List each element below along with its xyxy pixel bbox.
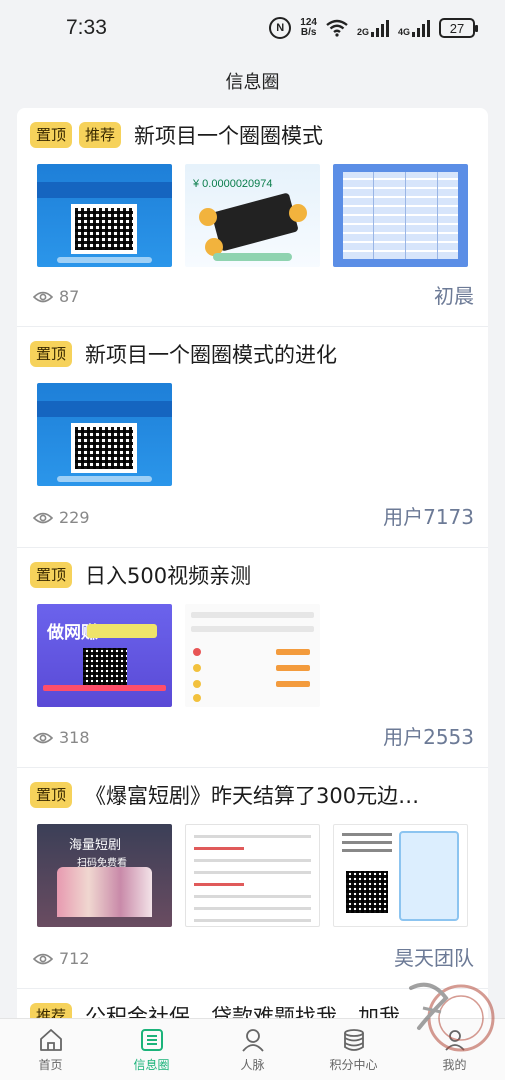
post-thumbnails: ¥ 0.0000020974	[37, 164, 468, 267]
view-count-value: 712	[59, 949, 90, 968]
post-author[interactable]: 初晨	[434, 280, 474, 309]
nfc-icon: N	[269, 17, 292, 39]
thumbnail-image[interactable]	[185, 824, 320, 927]
nav-label-contacts: 人脉	[240, 1058, 265, 1072]
signal-2g-label: 2G	[356, 26, 369, 37]
signal-2g-icon: 2G	[356, 19, 389, 37]
post-card[interactable]: 置顶 日入500视频亲测 做网赚 318 用户2553	[17, 548, 488, 768]
post-title[interactable]: 新项目一个圈圈模式的进化	[85, 339, 337, 369]
post-thumbnails	[37, 383, 172, 486]
pinned-tag: 置顶	[30, 341, 73, 367]
network-speed: 124 B/s	[300, 18, 317, 38]
status-time: 7:33	[66, 16, 107, 39]
post-feed: 置顶 推荐 新项目一个圈圈模式 ¥ 0.0000020974 87 初晨 置顶 …	[17, 108, 488, 1049]
eye-icon	[33, 512, 53, 523]
eye-icon	[33, 291, 53, 302]
post-author[interactable]: 昊天团队	[394, 942, 474, 971]
post-title-row: 置顶 新项目一个圈圈模式的进化	[30, 339, 475, 369]
eye-icon	[33, 732, 53, 743]
battery-icon: 27	[439, 18, 478, 38]
thumbnail-image[interactable]: 做网赚	[37, 604, 172, 707]
nav-item-info-circle[interactable]: 信息圈	[101, 1019, 202, 1080]
thumbnail-drama-title: 海量短剧	[69, 838, 122, 853]
post-title-row: 置顶 《爆富短剧》昨天结算了300元边…	[30, 780, 475, 810]
thumbnail-balance-text: ¥ 0.0000020974	[193, 178, 273, 190]
post-author[interactable]: 用户2553	[383, 721, 474, 750]
view-count: 87	[33, 287, 79, 306]
network-speed-unit: B/s	[300, 27, 317, 38]
nav-item-home[interactable]: 首页	[0, 1019, 101, 1080]
post-title[interactable]: 《爆富短剧》昨天结算了300元边…	[85, 780, 419, 810]
nav-label-info-circle: 信息圈	[133, 1058, 170, 1072]
wifi-icon	[326, 19, 348, 37]
post-card[interactable]: 置顶 新项目一个圈圈模式的进化 229 用户7173	[17, 327, 488, 548]
list-icon	[140, 1029, 163, 1051]
signal-4g-label: 4G	[397, 26, 410, 37]
pinned-tag: 置顶	[30, 122, 73, 148]
nav-item-contacts[interactable]: 人脉	[202, 1019, 303, 1080]
thumbnail-image[interactable]	[333, 164, 468, 267]
view-count: 712	[33, 949, 90, 968]
nav-label-points: 积分中心	[329, 1058, 378, 1072]
nav-label-home: 首页	[38, 1058, 63, 1072]
post-title[interactable]: 新项目一个圈圈模式	[134, 120, 323, 150]
post-card[interactable]: 置顶 推荐 新项目一个圈圈模式 ¥ 0.0000020974 87 初晨	[17, 108, 488, 327]
thumbnail-image[interactable]	[37, 164, 172, 267]
status-bar: 7:33 N 124 B/s 2G 4G 27	[0, 0, 505, 60]
view-count-value: 229	[59, 508, 90, 527]
status-icons: N 124 B/s 2G 4G 27	[269, 17, 478, 39]
thumbnail-image[interactable]: ¥ 0.0000020974	[185, 164, 320, 267]
thumbnail-image[interactable]	[37, 383, 172, 486]
coins-icon	[343, 1029, 364, 1051]
pinned-tag: 置顶	[30, 782, 73, 808]
post-title-row: 置顶 推荐 新项目一个圈圈模式	[30, 120, 475, 150]
post-card[interactable]: 置顶 《爆富短剧》昨天结算了300元边… 海量短剧 扫码免费看 712 昊天团队	[17, 768, 488, 989]
home-icon	[39, 1029, 62, 1051]
eye-icon	[33, 953, 53, 964]
person-icon	[241, 1029, 264, 1052]
view-count: 318	[33, 728, 90, 747]
view-count-value: 87	[59, 287, 80, 306]
nav-item-points[interactable]: 积分中心	[303, 1019, 404, 1080]
post-thumbnails: 做网赚	[37, 604, 320, 707]
watermark-seal-icon	[409, 982, 495, 1052]
thumbnail-image[interactable]	[333, 824, 468, 927]
signal-4g-icon: 4G	[397, 19, 430, 37]
pinned-tag: 置顶	[30, 562, 73, 588]
recommended-tag: 推荐	[79, 122, 122, 148]
view-count-value: 318	[59, 728, 90, 747]
page-title: 信息圈	[225, 72, 280, 93]
view-count: 229	[33, 508, 90, 527]
post-thumbnails: 海量短剧 扫码免费看	[37, 824, 468, 927]
thumbnail-image[interactable]: 海量短剧 扫码免费看	[37, 824, 172, 927]
post-title[interactable]: 日入500视频亲测	[85, 560, 251, 590]
post-title-row: 置顶 日入500视频亲测	[30, 560, 475, 590]
post-author[interactable]: 用户7173	[383, 501, 474, 530]
thumbnail-image[interactable]	[185, 604, 320, 707]
